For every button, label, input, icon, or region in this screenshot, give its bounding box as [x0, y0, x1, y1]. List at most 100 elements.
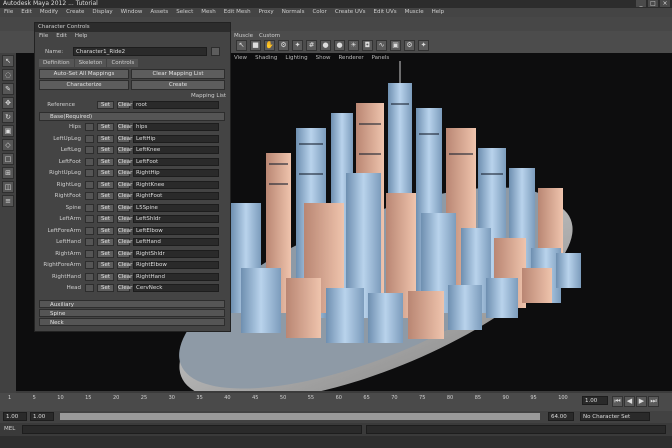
base-section-header[interactable]: Base(Required)	[39, 112, 225, 121]
mapping-clear-button[interactable]: Clear	[117, 249, 132, 258]
mapping-field[interactable]: RightHip	[133, 169, 219, 177]
layout-split-icon[interactable]: ◫	[2, 181, 14, 193]
mapping-field[interactable]: RightShldr	[133, 249, 219, 258]
mapping-set-button[interactable]: Set	[97, 272, 114, 281]
range-start-field[interactable]: 1.00	[3, 412, 27, 421]
current-time-field[interactable]: 1.00	[582, 396, 608, 405]
tab-definition[interactable]: Definition	[39, 59, 74, 67]
maximize-button[interactable]: □	[648, 0, 658, 7]
auto-set-mappings-button[interactable]: Auto-Set All Mappings	[39, 69, 129, 79]
star-icon[interactable]: ✦	[418, 40, 429, 51]
mapping-set-button[interactable]: Set	[97, 134, 114, 143]
menu-item[interactable]: File	[4, 8, 13, 17]
mapping-set-button[interactable]: Set	[97, 180, 114, 189]
viewport-menu-item[interactable]: Panels	[372, 55, 390, 61]
mapping-clear-button[interactable]: Clear	[117, 157, 132, 166]
cc-menu-file[interactable]: File	[39, 33, 48, 39]
mapping-field[interactable]: LeftKnee	[133, 146, 219, 154]
mapping-clear-button[interactable]: Clear	[117, 134, 132, 143]
mapping-clear-button[interactable]: Clear	[117, 226, 132, 235]
spine-section-header[interactable]: Spine	[39, 309, 225, 317]
viewport-menu-item[interactable]: Lighting	[285, 55, 307, 61]
gear-icon[interactable]: ⚙	[404, 40, 415, 51]
tab-skeleton[interactable]: Skeleton	[74, 59, 107, 67]
mapping-set-button[interactable]: Set	[97, 203, 114, 212]
sphere-icon[interactable]: ●	[334, 40, 345, 51]
mapping-clear-button[interactable]: Clear	[117, 180, 132, 189]
mapping-field[interactable]: RightElbow	[133, 261, 219, 269]
character-set-field[interactable]: No Character Set	[580, 412, 650, 421]
auxiliary-section-header[interactable]: Auxiliary	[39, 300, 225, 308]
camera-icon[interactable]: ◘	[362, 40, 373, 51]
menu-item[interactable]: Edit UVs	[374, 8, 397, 17]
reference-set-button[interactable]: Set	[97, 101, 114, 109]
mapping-clear-button[interactable]: Clear	[117, 261, 132, 269]
layout-outliner-icon[interactable]: ≡	[2, 195, 14, 207]
grid-icon[interactable]: #	[306, 40, 317, 51]
rotate-tool-icon[interactable]: ↻	[2, 111, 14, 123]
mapping-clear-button[interactable]: Clear	[117, 192, 132, 200]
mapping-clear-button[interactable]: Clear	[117, 123, 132, 131]
mapping-set-button[interactable]: Set	[97, 238, 114, 246]
scale-tool-icon[interactable]: ▣	[2, 125, 14, 137]
range-end-field[interactable]: 1.00	[30, 412, 54, 421]
select-tool-icon[interactable]: ↖	[2, 55, 14, 67]
hand-icon[interactable]: ✋	[264, 40, 275, 51]
mapping-field[interactable]: LeftElbow	[133, 226, 219, 235]
command-input[interactable]	[22, 425, 362, 434]
mapping-field[interactable]: L5Spine	[133, 203, 219, 212]
menu-item[interactable]: Color	[312, 8, 326, 17]
mapping-clear-button[interactable]: Clear	[117, 215, 132, 223]
viewport-menu-item[interactable]: Renderer	[338, 55, 363, 61]
box-icon[interactable]: ■	[250, 40, 261, 51]
shelf-tab-custom[interactable]: Custom	[259, 33, 280, 39]
curve-icon[interactable]: ∿	[376, 40, 387, 51]
star-icon[interactable]: ✦	[292, 40, 303, 51]
menu-item[interactable]: Create UVs	[335, 8, 366, 17]
go-start-icon[interactable]: ⏮	[612, 396, 623, 407]
clear-mapping-button[interactable]: Clear Mapping List	[131, 69, 225, 79]
menu-item[interactable]: Help	[432, 8, 445, 17]
playback-end-field[interactable]: 64.00	[548, 412, 574, 421]
time-slider[interactable]: 1 5 10 15 20 25 30 35 40 45 50 55 60 65 70 75 80 85 90 95 10…	[0, 393, 672, 411]
name-options-icon[interactable]	[211, 47, 220, 56]
menu-item[interactable]: Window	[121, 8, 143, 17]
cube-icon[interactable]: ▣	[390, 40, 401, 51]
move-tool-icon[interactable]: ✥	[2, 97, 14, 109]
shelf-tab-muscle[interactable]: Muscle	[234, 33, 253, 39]
mapping-field[interactable]: CervNeck	[133, 284, 219, 292]
menu-item[interactable]: Modify	[40, 8, 58, 17]
lasso-tool-icon[interactable]: ◌	[2, 69, 14, 81]
menu-item[interactable]: Display	[92, 8, 112, 17]
layout-four-icon[interactable]: ⊞	[2, 167, 14, 179]
cc-menu-help[interactable]: Help	[75, 33, 88, 39]
mapping-set-button[interactable]: Set	[97, 226, 114, 235]
mapping-field[interactable]: LeftShldr	[133, 215, 219, 223]
mapping-set-button[interactable]: Set	[97, 123, 114, 131]
mapping-field[interactable]: RightHand	[133, 272, 219, 281]
mapping-clear-button[interactable]: Clear	[117, 169, 132, 177]
character-name-field[interactable]: Character1_Ride2	[73, 47, 207, 56]
mapping-clear-button[interactable]: Clear	[117, 238, 132, 246]
go-end-icon[interactable]: ⏭	[648, 396, 659, 407]
characterize-button[interactable]: Characterize	[39, 80, 129, 90]
mapping-set-button[interactable]: Set	[97, 261, 114, 269]
menu-item[interactable]: Create	[66, 8, 84, 17]
viewport-menu-item[interactable]: Shading	[255, 55, 277, 61]
menu-item[interactable]: Assets	[150, 8, 168, 17]
light-icon[interactable]: ☀	[348, 40, 359, 51]
manipulator-icon[interactable]: ◇	[2, 139, 14, 151]
neck-section-header[interactable]: Neck	[39, 318, 225, 326]
close-button[interactable]: ×	[660, 0, 670, 7]
mapping-field[interactable]: LeftFoot	[133, 157, 219, 166]
viewport-menu-item[interactable]: Show	[316, 55, 331, 61]
mapping-set-button[interactable]: Set	[97, 284, 114, 292]
create-button[interactable]: Create	[131, 80, 225, 90]
mapping-set-button[interactable]: Set	[97, 169, 114, 177]
mapping-set-button[interactable]: Set	[97, 192, 114, 200]
mapping-field[interactable]: RightKnee	[133, 180, 219, 189]
paint-tool-icon[interactable]: ✎	[2, 83, 14, 95]
mapping-clear-button[interactable]: Clear	[117, 284, 132, 292]
mapping-set-button[interactable]: Set	[97, 215, 114, 223]
gear-icon[interactable]: ⚙	[278, 40, 289, 51]
